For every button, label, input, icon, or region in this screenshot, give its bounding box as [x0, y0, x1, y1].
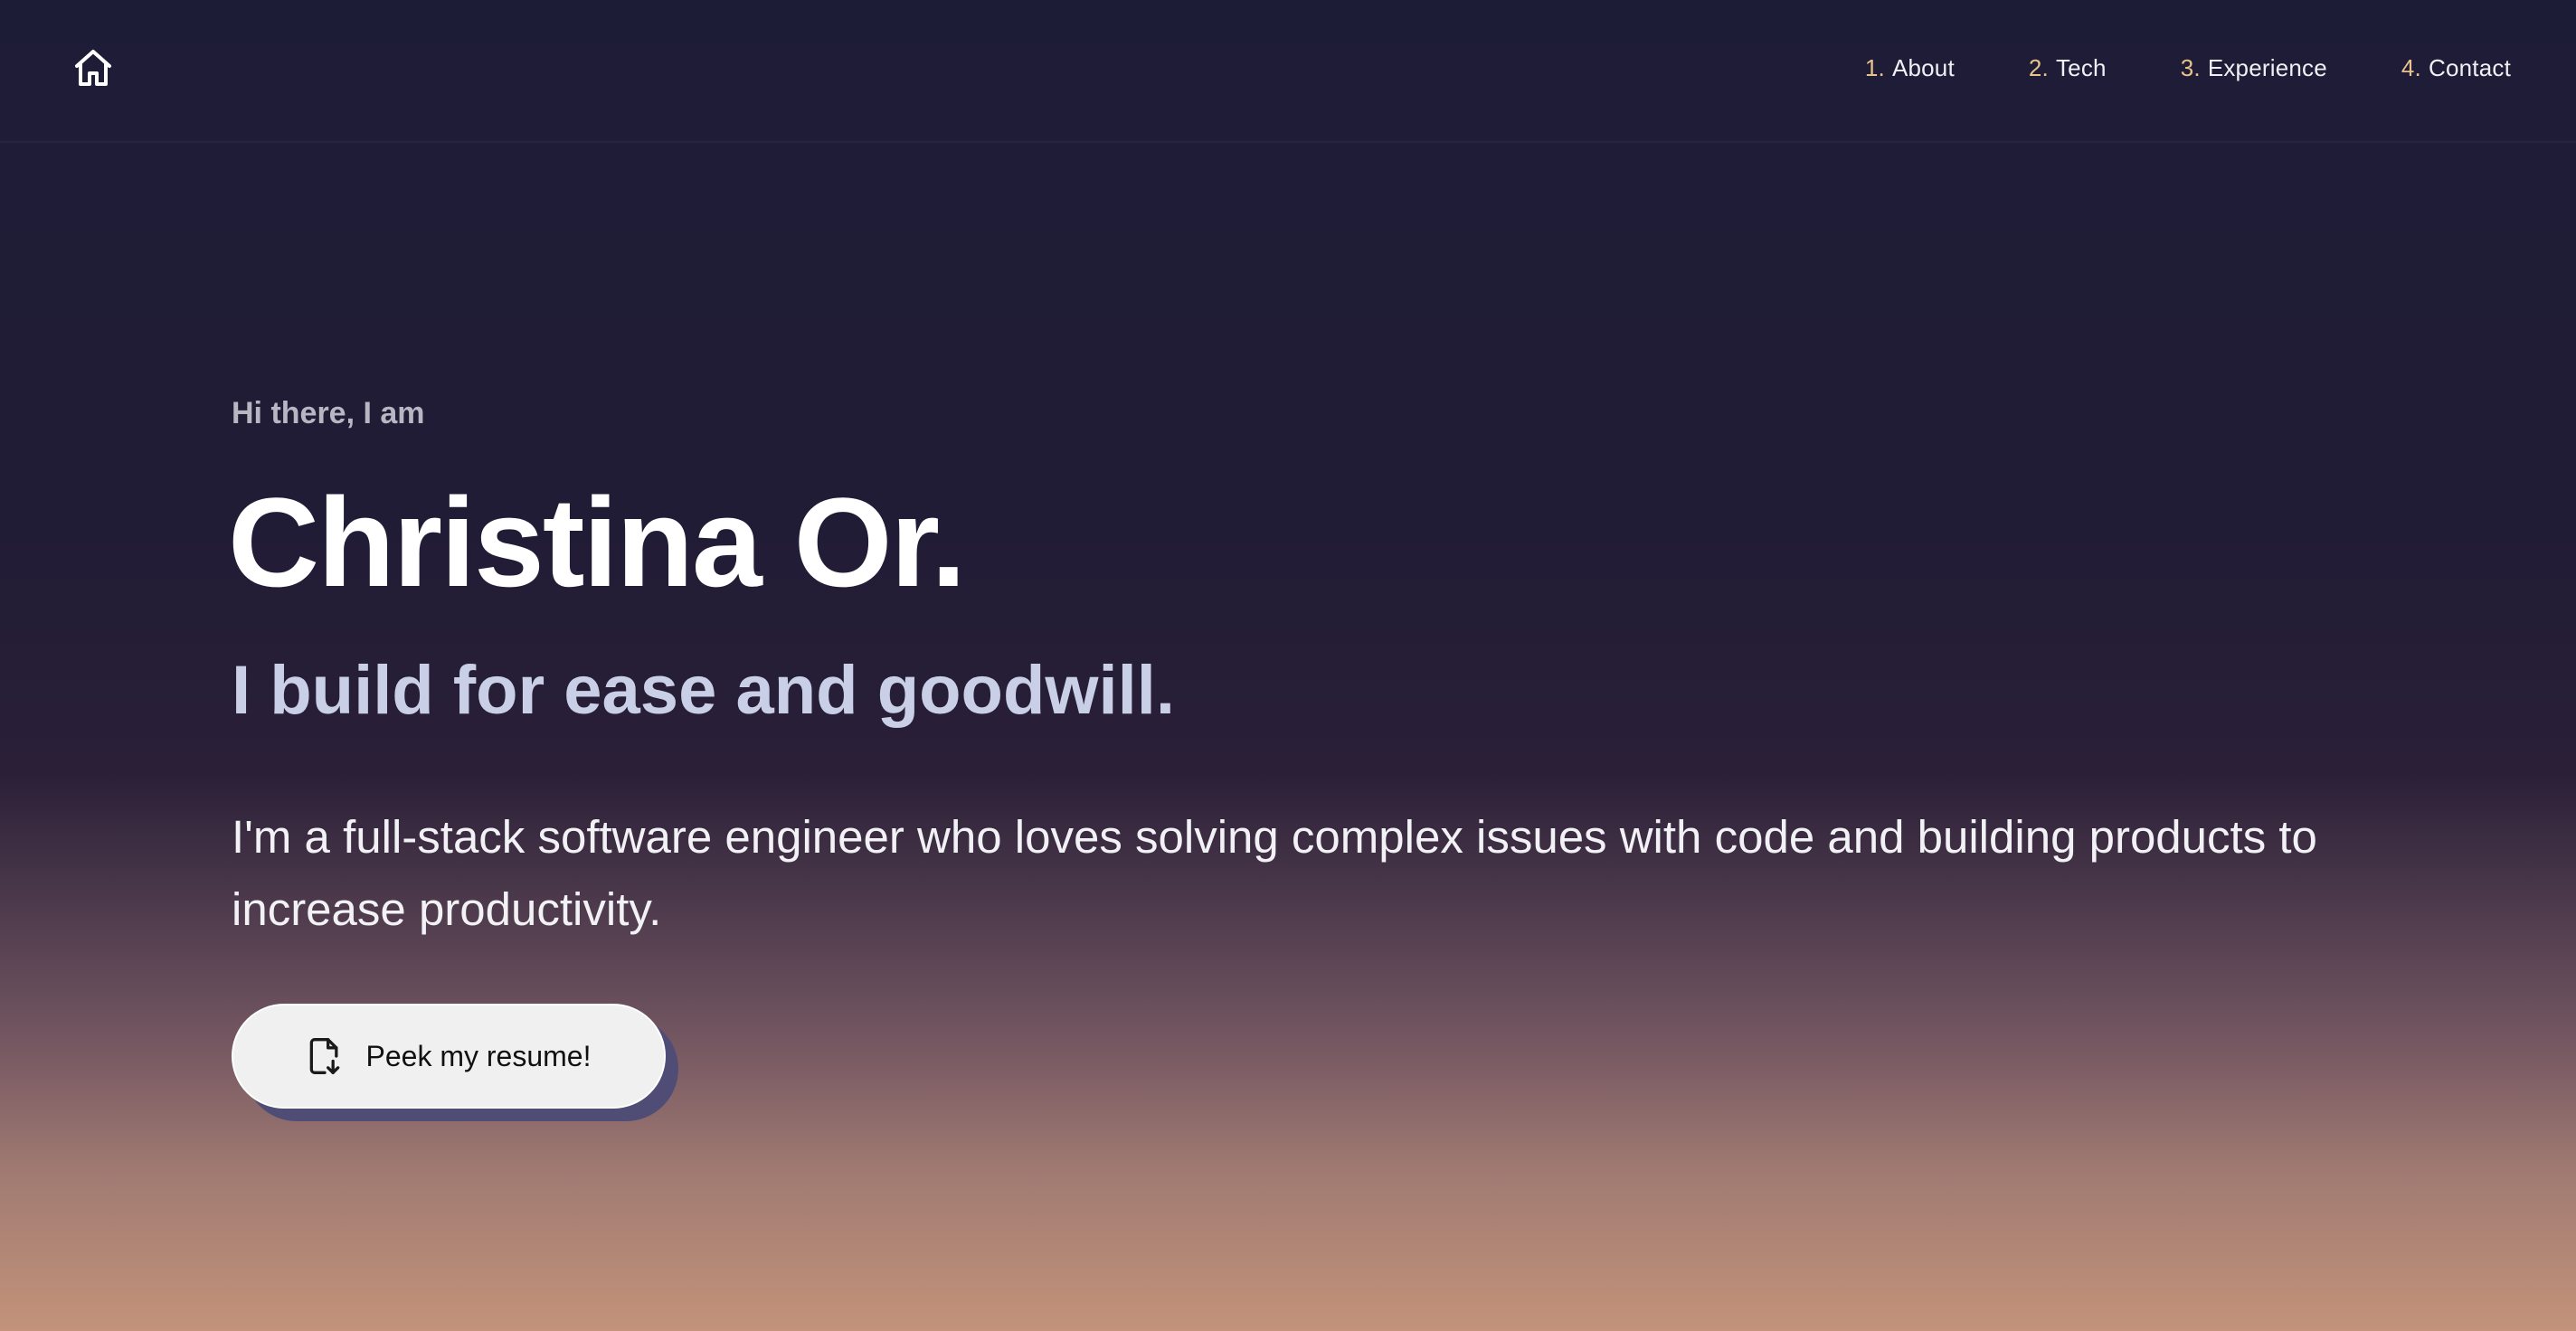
nav-links: 1. About 2. Tech 3. Experience 4. Contact — [1865, 54, 2511, 82]
nav-item-about[interactable]: 1. About — [1865, 54, 1955, 82]
nav-item-number: 4. — [2401, 54, 2421, 81]
nav-item-number: 2. — [2028, 54, 2049, 81]
file-download-icon — [307, 1035, 343, 1077]
nav-item-label: Contact — [2428, 54, 2511, 81]
resume-button-wrapper: Peek my resume! — [232, 1004, 678, 1121]
hero-name: Christina Or. — [228, 471, 966, 613]
nav-item-experience[interactable]: 3. Experience — [2181, 54, 2327, 82]
hero-bio: I'm a full-stack software engineer who l… — [232, 811, 2317, 935]
top-navigation: 1. About 2. Tech 3. Experience 4. Contact — [0, 0, 2576, 143]
nav-item-label: About — [1891, 54, 1955, 81]
home-icon — [71, 46, 115, 94]
resume-button[interactable]: Peek my resume! — [232, 1004, 666, 1109]
resume-button-label: Peek my resume! — [365, 1039, 592, 1072]
nav-item-label: Tech — [2055, 54, 2107, 81]
home-link[interactable] — [71, 47, 116, 92]
nav-item-number: 1. — [1864, 54, 1885, 81]
nav-item-contact[interactable]: 4. Contact — [2401, 54, 2511, 82]
nav-item-number: 3. — [2180, 54, 2201, 81]
hero-greeting: Hi there, I am — [232, 396, 425, 430]
nav-item-label: Experience — [2207, 54, 2327, 81]
nav-item-tech[interactable]: 2. Tech — [2029, 54, 2107, 82]
hero-tagline: I build for ease and goodwill. — [232, 652, 1175, 729]
